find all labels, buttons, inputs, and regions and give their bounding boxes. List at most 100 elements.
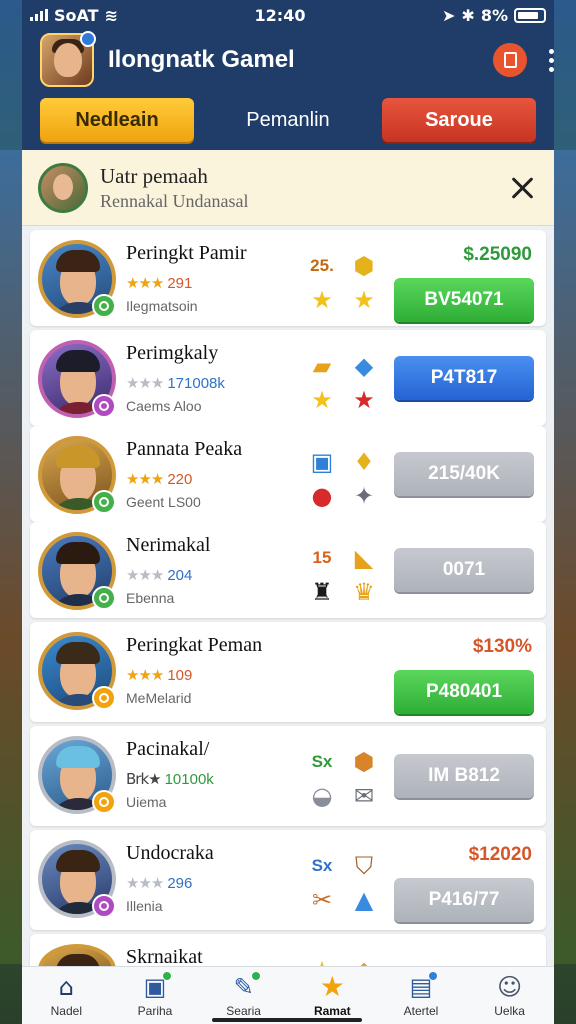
shuriken-icon: ✦ xyxy=(353,482,375,510)
list-item[interactable]: Undocraka ★★★ 296 Illenia Sx ⛉ ✂ ▲ $12020… xyxy=(30,830,546,930)
player-score: 109 xyxy=(167,666,193,684)
player-subtitle: Ebenna xyxy=(126,590,175,606)
player-subtitle: Illenia xyxy=(126,898,163,914)
carrier-label: SoAT xyxy=(54,5,99,25)
user-icon: ☺ xyxy=(497,973,523,1001)
bluetooth-icon: ✱ xyxy=(461,5,475,25)
price-label: $.25090 xyxy=(463,244,532,265)
nav-item-ramat[interactable]: ★ Ramat xyxy=(289,973,375,1019)
player-subtitle: MeMelarid xyxy=(126,690,192,706)
nav-label: Uelka xyxy=(494,1004,525,1018)
player-subtitle: Caems Aloo xyxy=(126,398,202,414)
action-button[interactable]: 215/40K xyxy=(394,452,534,496)
player-name: Undocraka xyxy=(126,842,214,864)
level-badge xyxy=(92,394,116,418)
list-item[interactable]: Pacinakal/ Brk★ 10100k Uiema Sx ⬢ ◒ ✉ IM … xyxy=(30,726,546,826)
action-button[interactable]: 0071 xyxy=(394,548,534,592)
reward-icons: ▣ ♦ ● ✦ xyxy=(304,446,384,512)
reward-icons: Sx ⬢ ◒ ✉ xyxy=(304,746,384,812)
home-indicator xyxy=(212,1018,362,1022)
chest-icon: ▣ xyxy=(310,448,334,476)
nav-item-uelka[interactable]: ☺ Uelka xyxy=(467,973,553,1018)
notice-banner: Uatr pemaah Rennakal Undanasal xyxy=(22,150,554,226)
horn-icon: ◣ xyxy=(354,544,374,572)
balloon-icon: ● xyxy=(311,482,333,510)
document-icon: ▤ xyxy=(406,971,438,1001)
reward-label: Sx xyxy=(311,752,333,771)
close-icon[interactable] xyxy=(508,173,538,203)
signal-icon xyxy=(30,9,48,21)
reward-icons: 25. ⬢ ★ ★ xyxy=(304,250,384,316)
star-icon: ★ xyxy=(311,386,333,414)
tab-pemanlin[interactable]: Pemanlin xyxy=(211,98,365,142)
reward-number: 25. xyxy=(310,256,334,275)
wifi-icon: ≋ xyxy=(104,5,118,25)
notice-avatar xyxy=(38,162,88,213)
action-button[interactable]: P4T817 xyxy=(394,356,534,400)
level-badge xyxy=(92,294,116,318)
action-button[interactable]: P416/77 xyxy=(394,878,534,922)
rating-stars: ★★★ xyxy=(126,274,164,292)
tab-saroue[interactable]: Saroue xyxy=(382,98,536,142)
rating-stars: ★★★ xyxy=(126,470,164,488)
rating-stars: ★★★ xyxy=(126,374,164,392)
notification-button[interactable] xyxy=(493,43,527,77)
player-subtitle: Geent LS00 xyxy=(126,494,201,510)
helmet-icon: ◒ xyxy=(311,782,333,810)
action-button[interactable]: IM B812 xyxy=(394,754,534,798)
tab-bar: Nedleain Pemanlin Saroue xyxy=(22,90,554,150)
tab-nedleain[interactable]: Nedleain xyxy=(40,98,194,142)
player-score: 10100k xyxy=(164,770,214,788)
player-name: Pacinakal/ xyxy=(126,738,210,760)
notice-subtitle: Rennakal Undanasal xyxy=(100,190,249,211)
ticket-icon: ▰ xyxy=(312,352,332,380)
level-badge xyxy=(92,894,116,918)
level-badge xyxy=(92,790,116,814)
level-badge xyxy=(92,490,116,514)
reward-number: 15 xyxy=(312,548,332,567)
app-title: Ilongnatk Gamel xyxy=(108,46,295,73)
battery-label: 8% xyxy=(480,5,508,25)
player-name: Peringkt Pamir xyxy=(126,242,247,264)
action-button[interactable]: BV54071 xyxy=(394,278,534,322)
coin-icon: ⬢ xyxy=(353,748,375,776)
star-icon: ★ xyxy=(353,386,375,414)
drop-icon: ▲ xyxy=(354,886,374,914)
location-icon: ➤ xyxy=(442,5,456,25)
reward-icons: ▰ ◆ ★ ★ xyxy=(304,350,384,416)
status-bar: SoAT ≋ 12:40 ➤ ✱ 8% xyxy=(22,0,554,30)
nav-label: Nadel xyxy=(50,1004,82,1018)
player-score: 296 xyxy=(167,874,193,892)
app-logo-icon[interactable] xyxy=(40,31,96,87)
nav-item-pariha[interactable]: ▣ Pariha xyxy=(112,971,198,1018)
player-subtitle: Uiema xyxy=(126,794,167,810)
player-score: 204 xyxy=(167,566,193,584)
list-item[interactable]: Perimgkaly ★★★ 171008k Caems Aloo ▰ ◆ ★ ★… xyxy=(30,330,546,426)
list-item[interactable]: Peringkt Pamir ★★★ 291 Ilegmatsoin 25. ⬢ … xyxy=(30,230,546,326)
nav-item-searia[interactable]: ✎ Searia xyxy=(201,971,287,1018)
bottom-navigation: ⌂ Nadel ▣ Pariha ✎ Searia ★ Ramat ▤ Ater… xyxy=(22,966,554,1024)
nav-item-nadel[interactable]: ⌂ Nadel xyxy=(23,973,109,1018)
coin-icon: ⬢ xyxy=(353,252,375,280)
player-name: Peringkat Peman xyxy=(126,634,263,656)
player-name: Nerimakal xyxy=(126,534,211,556)
player-score: 171008k xyxy=(167,374,225,392)
price-label: $130% xyxy=(472,636,532,657)
list-item[interactable]: Peringkat Peman ★★★ 109 MeMelarid $130% P… xyxy=(30,622,546,722)
cup-icon: ▣ xyxy=(140,971,172,1001)
list-item[interactable]: Nerimakal ★★★ 204 Ebenna 15 ◣ ♜ ♛ 0071 xyxy=(30,522,546,618)
more-menu-icon[interactable] xyxy=(549,48,554,72)
nav-label: Searia xyxy=(226,1004,261,1018)
star-icon: ★ xyxy=(311,286,333,314)
player-score: 291 xyxy=(167,274,193,292)
level-badge xyxy=(92,686,116,710)
crown-icon: ♛ xyxy=(353,578,375,606)
player-score: 220 xyxy=(167,470,193,488)
action-button[interactable]: P480401 xyxy=(394,670,534,714)
list-item[interactable]: Pannata Peaka ★★★ 220 Geent LS00 ▣ ♦ ● ✦ … xyxy=(30,426,546,522)
reward-label: Sx xyxy=(311,856,333,875)
app-window: SoAT ≋ 12:40 ➤ ✱ 8% Ilongnatk Gamel Nedl… xyxy=(22,0,554,1024)
clock: 12:40 xyxy=(254,5,306,25)
nav-item-atertel[interactable]: ▤ Atertel xyxy=(378,971,464,1018)
gem-icon: ◆ xyxy=(354,352,374,380)
